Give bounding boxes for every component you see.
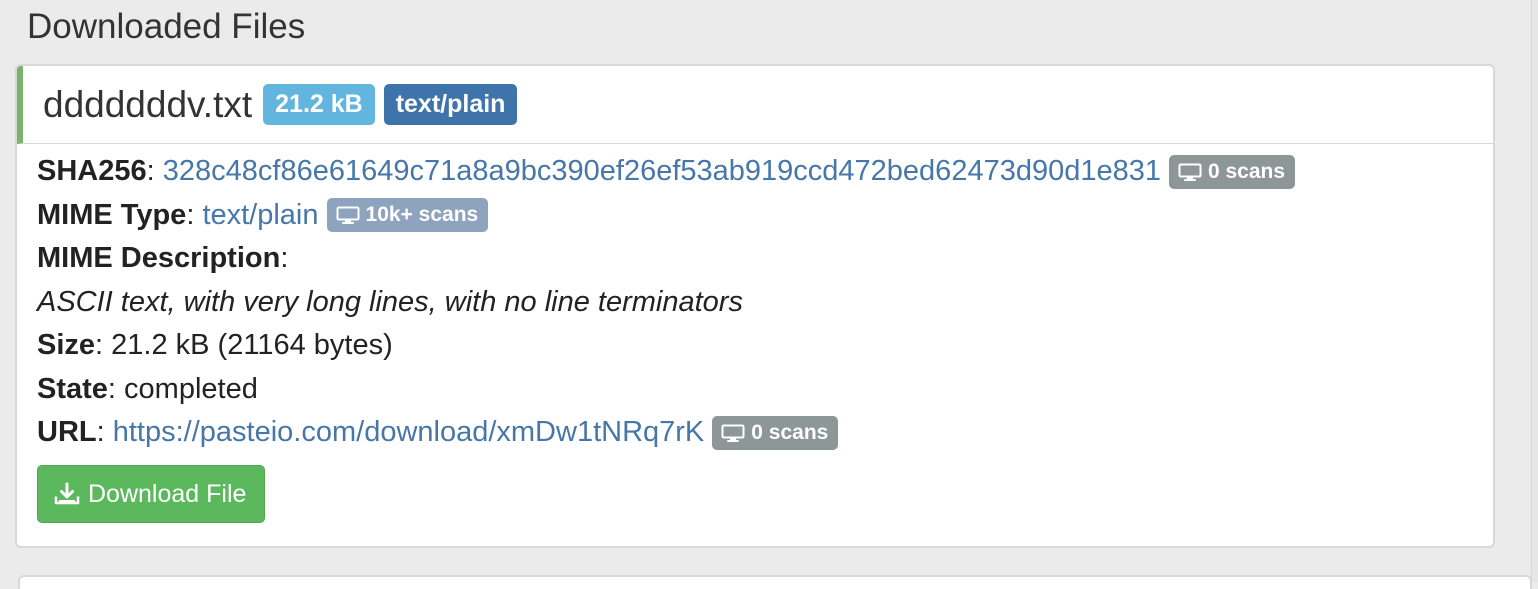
monitor-icon	[336, 206, 360, 225]
section-title: Downloaded Files	[27, 7, 306, 46]
url-label: URL	[37, 416, 97, 449]
sha256-scan-badge[interactable]: 0 scans	[1168, 154, 1296, 189]
download-file-label: Download File	[88, 479, 247, 508]
mime-type-label: MIME Type	[37, 198, 187, 231]
state-value: completed	[124, 372, 258, 405]
url-link[interactable]: https://pasteio.com/download/xmDw1tNRq7r…	[113, 416, 705, 449]
sha256-link[interactable]: 328c48cf86e61649c71a8a9bc390ef26ef53ab91…	[163, 155, 1161, 188]
url-scan-count: 0 scans	[751, 420, 829, 444]
file-name: dddddddv.txt	[43, 83, 253, 125]
mime-description-row: MIME Description:	[37, 242, 289, 275]
size-value: 21.2 kB (21164 bytes)	[111, 329, 393, 362]
next-file-card-edge	[18, 575, 1532, 589]
state-row: State: completed	[37, 372, 258, 405]
mime-type-scan-count: 10k+ scans	[365, 203, 479, 227]
download-file-button[interactable]: Download File	[37, 465, 266, 523]
monitor-icon	[721, 424, 745, 442]
size-label: Size	[37, 329, 96, 362]
url-scan-badge[interactable]: 0 scans	[712, 415, 839, 450]
sha256-row: SHA256: 328c48cf86e61649c71a8a9bc390ef26…	[37, 150, 1477, 194]
mime-type-scan-badge[interactable]: 10k+ scans	[326, 198, 489, 233]
download-icon	[54, 482, 80, 506]
file-size-badge: 21.2 kB	[263, 84, 375, 125]
state-label: State	[37, 372, 108, 405]
url-row: URL: https://pasteio.com/download/xmDw1t…	[37, 411, 1477, 455]
sha256-label: SHA256	[37, 155, 147, 188]
downloaded-file-card: dddddddv.txt 21.2 kB text/plain SHA256: …	[15, 64, 1495, 548]
mime-type-link[interactable]: text/plain	[202, 199, 318, 232]
mime-description-label: MIME Description	[37, 242, 281, 275]
page-scrollbar-edge[interactable]	[1531, 0, 1538, 582]
sha256-scan-count: 0 scans	[1207, 159, 1286, 183]
size-row: Size: 21.2 kB (21164 bytes)	[37, 329, 393, 362]
mime-description-value: ASCII text, with very long lines, with n…	[37, 285, 743, 318]
mime-type-badge: text/plain	[383, 84, 518, 125]
mime-type-row: MIME Type: text/plain 10k+ scans	[37, 194, 1477, 238]
file-details: SHA256: 328c48cf86e61649c71a8a9bc390ef26…	[37, 150, 1477, 455]
file-card-header: dddddddv.txt 21.2 kB text/plain	[17, 66, 1493, 144]
monitor-icon	[1178, 163, 1202, 181]
